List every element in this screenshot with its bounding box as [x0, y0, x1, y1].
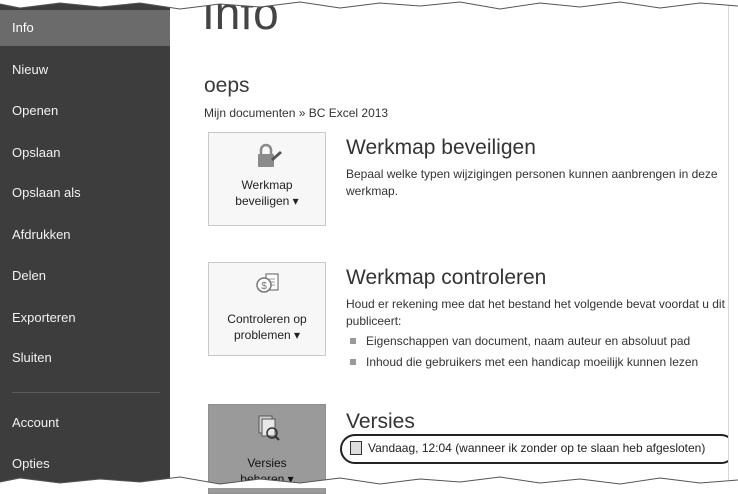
- versions-icon: [258, 415, 280, 441]
- lock-icon: [258, 143, 282, 167]
- nav-item-sluiten[interactable]: Sluiten: [0, 340, 170, 376]
- scrollbar-area[interactable]: [728, 0, 738, 488]
- excel-file-icon: [350, 440, 362, 455]
- nav-item-account[interactable]: Account: [0, 405, 170, 441]
- torn-edge-top: [0, 0, 738, 10]
- nav-item-nieuw[interactable]: Nieuw: [0, 52, 170, 88]
- protect-workbook-button[interactable]: Werkmap beveiligen ▾: [208, 132, 326, 226]
- button-label: Controleren op problemen ▾: [227, 312, 307, 342]
- nav-item-afdrukken[interactable]: Afdrukken: [0, 217, 170, 253]
- document-path[interactable]: Mijn documenten » BC Excel 2013: [204, 106, 388, 120]
- document-name: oeps: [204, 74, 250, 97]
- inspect-bullet-properties: Eigenschappen van document, naam auteur …: [350, 334, 690, 348]
- nav-item-openen[interactable]: Openen: [0, 93, 170, 129]
- nav-item-delen[interactable]: Delen: [0, 258, 170, 294]
- section-desc-protect: Bepaal welke typen wijzigingen personen …: [346, 167, 718, 198]
- nav-item-exporteren[interactable]: Exporteren: [0, 300, 170, 336]
- svg-text:$: $: [261, 281, 267, 292]
- section-title-protect: Werkmap beveiligen: [346, 136, 536, 159]
- check-issues-button[interactable]: $ Controleren op problemen ▾: [208, 262, 326, 356]
- button-label: Werkmap beveiligen ▾: [235, 178, 299, 208]
- section-title-versions: Versies: [346, 410, 415, 433]
- nav-item-opslaan-als[interactable]: Opslaan als: [0, 175, 170, 211]
- sidebar-divider: [12, 392, 160, 393]
- backstage-sidebar: Info Nieuw Openen Opslaan Opslaan als Af…: [0, 0, 170, 488]
- section-desc-inspect: Houd er rekening mee dat het bestand het…: [346, 297, 725, 328]
- nav-item-opslaan[interactable]: Opslaan: [0, 135, 170, 171]
- version-entry[interactable]: Vandaag, 12:04 (wanneer ik zonder op te …: [350, 440, 705, 456]
- section-title-inspect: Werkmap controleren: [346, 266, 547, 289]
- nav-item-info[interactable]: Info: [0, 10, 170, 46]
- inspect-icon: $: [256, 273, 279, 293]
- torn-edge-bottom: [0, 476, 738, 488]
- inspect-bullet-accessibility: Inhoud die gebruikers met een handicap m…: [350, 355, 698, 369]
